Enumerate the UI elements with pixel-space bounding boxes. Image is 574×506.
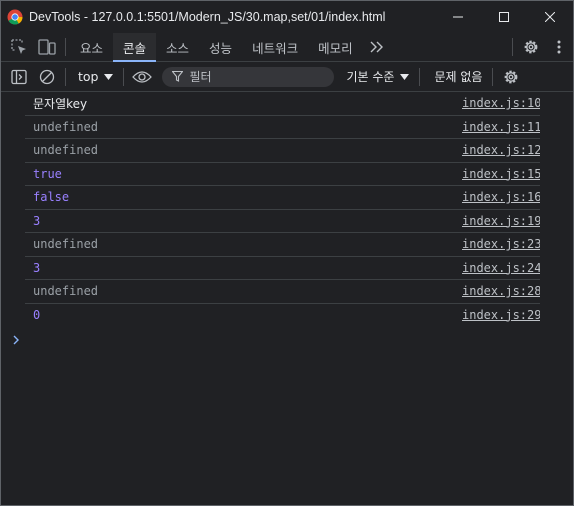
tab-sources[interactable]: 소스 bbox=[156, 33, 199, 61]
tab-console[interactable]: 콘솔 bbox=[113, 33, 157, 62]
sidebar-toggle-button[interactable] bbox=[5, 63, 33, 91]
inspect-element-icon bbox=[11, 39, 27, 55]
console-message: true index.js:15 bbox=[25, 163, 540, 186]
clear-console-icon bbox=[39, 69, 55, 85]
tab-performance[interactable]: 성능 bbox=[199, 33, 242, 61]
device-toolbar-button[interactable] bbox=[33, 33, 61, 61]
maximize-button[interactable] bbox=[481, 1, 527, 33]
source-link[interactable]: index.js:15 bbox=[462, 167, 540, 181]
message-value: 3 bbox=[33, 213, 41, 228]
settings-button[interactable] bbox=[517, 33, 545, 61]
window-title: DevTools - 127.0.0.1:5501/Modern_JS/30.m… bbox=[29, 10, 386, 24]
message-value: false bbox=[33, 190, 70, 205]
inspect-element-button[interactable] bbox=[5, 33, 33, 61]
console-message: undefined index.js:12 bbox=[25, 139, 540, 163]
eye-icon bbox=[132, 70, 153, 84]
source-link[interactable]: index.js:23 bbox=[462, 237, 540, 251]
close-button[interactable] bbox=[527, 1, 573, 33]
message-value: 문자열key bbox=[33, 96, 88, 111]
divider bbox=[512, 38, 513, 56]
tab-label: 요소 bbox=[80, 40, 104, 56]
tab-label: 콘솔 bbox=[123, 40, 147, 56]
prompt-chevron-icon bbox=[13, 335, 23, 345]
more-options-button[interactable] bbox=[545, 33, 573, 61]
message-value: 3 bbox=[33, 260, 41, 275]
sidebar-toggle-icon bbox=[11, 69, 27, 85]
tab-label: 네트워크 bbox=[252, 40, 299, 56]
more-options-icon bbox=[557, 40, 561, 54]
console-message: undefined index.js:11 bbox=[25, 116, 540, 139]
divider bbox=[65, 38, 66, 56]
close-icon bbox=[545, 12, 555, 22]
settings-icon bbox=[503, 69, 519, 85]
devtools-window: DevTools - 127.0.0.1:5501/Modern_JS/30.m… bbox=[0, 0, 574, 506]
more-tabs-button[interactable] bbox=[363, 33, 391, 61]
message-value: true bbox=[33, 166, 62, 181]
source-link[interactable]: index.js:10 bbox=[462, 96, 540, 110]
message-value: 0 bbox=[33, 308, 41, 323]
divider bbox=[65, 67, 66, 86]
live-expression-button[interactable] bbox=[128, 63, 156, 91]
console-message: undefined index.js:23 bbox=[25, 233, 540, 257]
tab-label: 메모리 bbox=[318, 40, 353, 56]
log-levels-dropdown[interactable]: 기본 수준 bbox=[346, 68, 410, 85]
divider bbox=[123, 67, 125, 86]
message-value: undefined bbox=[33, 143, 99, 158]
message-value: undefined bbox=[33, 237, 99, 252]
console-message: 0 index.js:29 bbox=[25, 304, 540, 328]
console-message: 3 index.js:24 bbox=[25, 257, 540, 280]
clear-console-button[interactable] bbox=[33, 63, 61, 91]
message-value: undefined bbox=[33, 119, 99, 134]
source-link[interactable]: index.js:11 bbox=[462, 120, 540, 134]
tab-elements[interactable]: 요소 bbox=[70, 33, 113, 61]
chevron-down-icon bbox=[104, 73, 114, 80]
minimize-button[interactable] bbox=[435, 1, 481, 33]
panel-tab-bar: 요소 콘솔 소스 성능 네트워크 메모리 bbox=[1, 33, 573, 62]
divider bbox=[419, 67, 421, 86]
tab-network[interactable]: 네트워크 bbox=[242, 33, 308, 61]
source-link[interactable]: index.js:19 bbox=[462, 214, 540, 228]
console-toolbar: top 필터 기본 수준 문제 없음 bbox=[1, 62, 573, 92]
tab-label: 소스 bbox=[166, 40, 190, 56]
console-message: undefined index.js:28 bbox=[25, 280, 540, 304]
title-bar: DevTools - 127.0.0.1:5501/Modern_JS/30.m… bbox=[1, 1, 573, 33]
console-settings-button[interactable] bbox=[497, 63, 525, 91]
issues-counter[interactable]: 문제 없음 bbox=[434, 68, 482, 85]
chrome-icon bbox=[7, 9, 23, 25]
source-link[interactable]: index.js:12 bbox=[462, 143, 540, 157]
tab-label: 성능 bbox=[209, 40, 233, 56]
source-link[interactable]: index.js:16 bbox=[462, 190, 540, 204]
more-tabs-icon bbox=[370, 41, 384, 53]
filter-placeholder: 필터 bbox=[189, 70, 212, 84]
console-message: 3 index.js:19 bbox=[25, 210, 540, 233]
source-link[interactable]: index.js:28 bbox=[462, 284, 540, 298]
chevron-down-icon bbox=[400, 73, 410, 80]
filter-input[interactable]: 필터 bbox=[162, 66, 335, 87]
settings-icon bbox=[523, 39, 539, 55]
message-value: undefined bbox=[33, 284, 99, 299]
source-link[interactable]: index.js:24 bbox=[462, 261, 540, 275]
console-prompt[interactable] bbox=[13, 335, 23, 347]
minimize-icon bbox=[453, 12, 463, 22]
filter-icon bbox=[172, 71, 184, 82]
context-selector[interactable]: top bbox=[70, 66, 119, 88]
source-link[interactable]: index.js:29 bbox=[462, 308, 540, 322]
console-message: 문자열key index.js:10 bbox=[25, 92, 540, 116]
console-message: false index.js:16 bbox=[25, 186, 540, 210]
log-levels-label: 기본 수준 bbox=[346, 70, 395, 84]
tab-memory[interactable]: 메모리 bbox=[308, 33, 363, 61]
maximize-icon bbox=[499, 12, 509, 22]
divider bbox=[492, 67, 494, 86]
context-label: top bbox=[78, 69, 99, 84]
console-messages: 문자열key index.js:10 undefined index.js:11… bbox=[1, 92, 573, 327]
device-toolbar-icon bbox=[38, 39, 56, 55]
